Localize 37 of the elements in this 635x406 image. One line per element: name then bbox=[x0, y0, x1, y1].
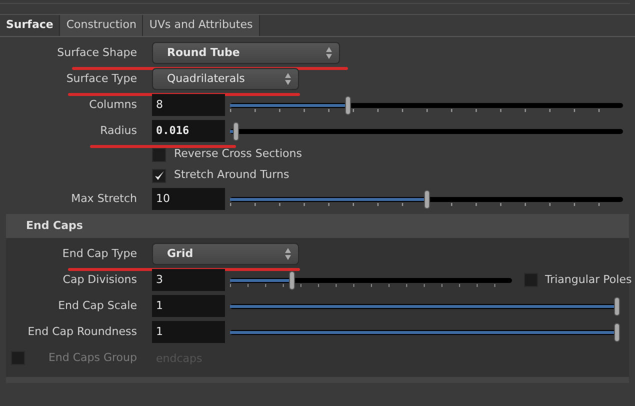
field-label: Radius bbox=[99, 122, 137, 139]
slider-handle[interactable] bbox=[232, 122, 239, 141]
tab[interactable]: Construction bbox=[60, 15, 144, 36]
tab[interactable]: UVs and Attributes bbox=[143, 15, 260, 36]
up-down-arrows-icon bbox=[284, 247, 292, 261]
checkbox[interactable] bbox=[152, 168, 166, 182]
number-field[interactable]: 10 bbox=[152, 188, 225, 210]
option-label: Triangular Poles bbox=[545, 272, 632, 288]
checkbox[interactable] bbox=[152, 148, 166, 162]
number-field[interactable]: 3 bbox=[152, 269, 225, 291]
checkbox-label: Reverse Cross Sections bbox=[174, 146, 302, 162]
field-label: Max Stretch bbox=[70, 190, 137, 207]
slider-handle[interactable] bbox=[614, 297, 620, 316]
slider-handle[interactable] bbox=[289, 271, 296, 290]
up-down-arrows-icon bbox=[325, 46, 333, 60]
field-label: Columns bbox=[88, 96, 137, 113]
field-label: End Cap Scale bbox=[57, 298, 137, 314]
slider-handle[interactable] bbox=[614, 323, 620, 342]
field-label: End Cap Roundness bbox=[26, 324, 137, 340]
dropdown-select[interactable]: Grid bbox=[152, 243, 299, 265]
number-field[interactable]: 0.016 bbox=[152, 120, 225, 142]
slider-handle[interactable] bbox=[424, 190, 430, 209]
number-field[interactable]: 8 bbox=[152, 94, 225, 116]
up-down-arrows-icon bbox=[284, 72, 292, 86]
field-label: Surface Shape bbox=[56, 44, 137, 61]
field-label: End Caps Group bbox=[47, 350, 137, 366]
field-label: End Cap Type bbox=[61, 246, 137, 262]
number-field[interactable]: 1 bbox=[152, 295, 225, 317]
checkmark-icon bbox=[154, 170, 164, 181]
slider-handle[interactable] bbox=[344, 96, 351, 115]
field-label: Cap Divisions bbox=[62, 272, 137, 288]
dropdown-select[interactable]: Round Tube bbox=[152, 42, 340, 64]
dropdown-select[interactable]: Quadrilaterals bbox=[152, 68, 299, 90]
checkbox-label: Stretch Around Turns bbox=[174, 167, 290, 184]
number-field[interactable]: 1 bbox=[152, 321, 225, 343]
section-header[interactable]: End Caps bbox=[6, 214, 629, 238]
field-label: Surface Type bbox=[65, 70, 137, 87]
